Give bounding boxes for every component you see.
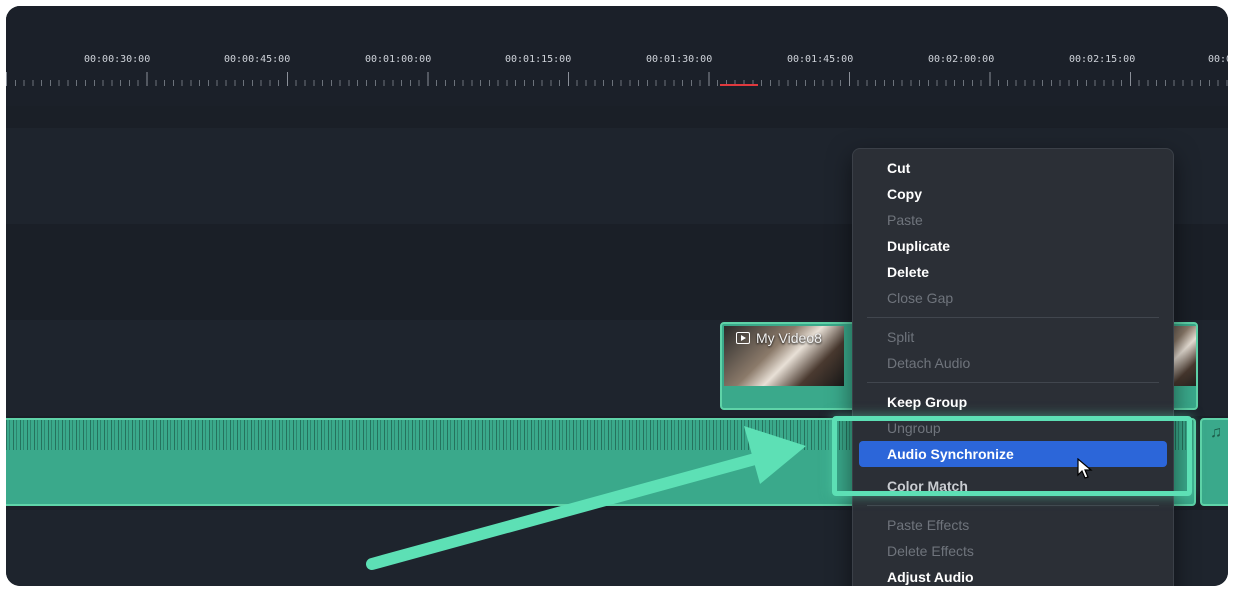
menu-item-paste[interactable]: Paste (859, 207, 1167, 233)
menu-separator (867, 382, 1159, 383)
menu-separator (867, 317, 1159, 318)
menu-item-detach-audio[interactable]: Detach Audio (859, 350, 1167, 376)
menu-item-adjust-audio[interactable]: Adjust Audio (859, 564, 1167, 586)
menu-item-delete[interactable]: Delete (859, 259, 1167, 285)
menu-item-split[interactable]: Split (859, 324, 1167, 350)
menu-item-paste-effects[interactable]: Paste Effects (859, 512, 1167, 538)
menu-item-copy[interactable]: Copy (859, 181, 1167, 207)
menu-item-duplicate[interactable]: Duplicate (859, 233, 1167, 259)
menu-item-close-gap[interactable]: Close Gap (859, 285, 1167, 311)
menu-item-keep-group[interactable]: Keep Group (859, 389, 1167, 415)
context-menu: Cut Copy Paste Duplicate Delete Close Ga… (852, 148, 1174, 586)
menu-item-cut[interactable]: Cut (859, 155, 1167, 181)
mouse-cursor-icon (1077, 458, 1093, 479)
annotation-highlight-box (832, 416, 1192, 496)
menu-item-delete-effects[interactable]: Delete Effects (859, 538, 1167, 564)
timeline-window: 00:00:30:00 00:00:45:00 00:01:00:00 00:0… (6, 6, 1228, 586)
menu-separator (867, 505, 1159, 506)
